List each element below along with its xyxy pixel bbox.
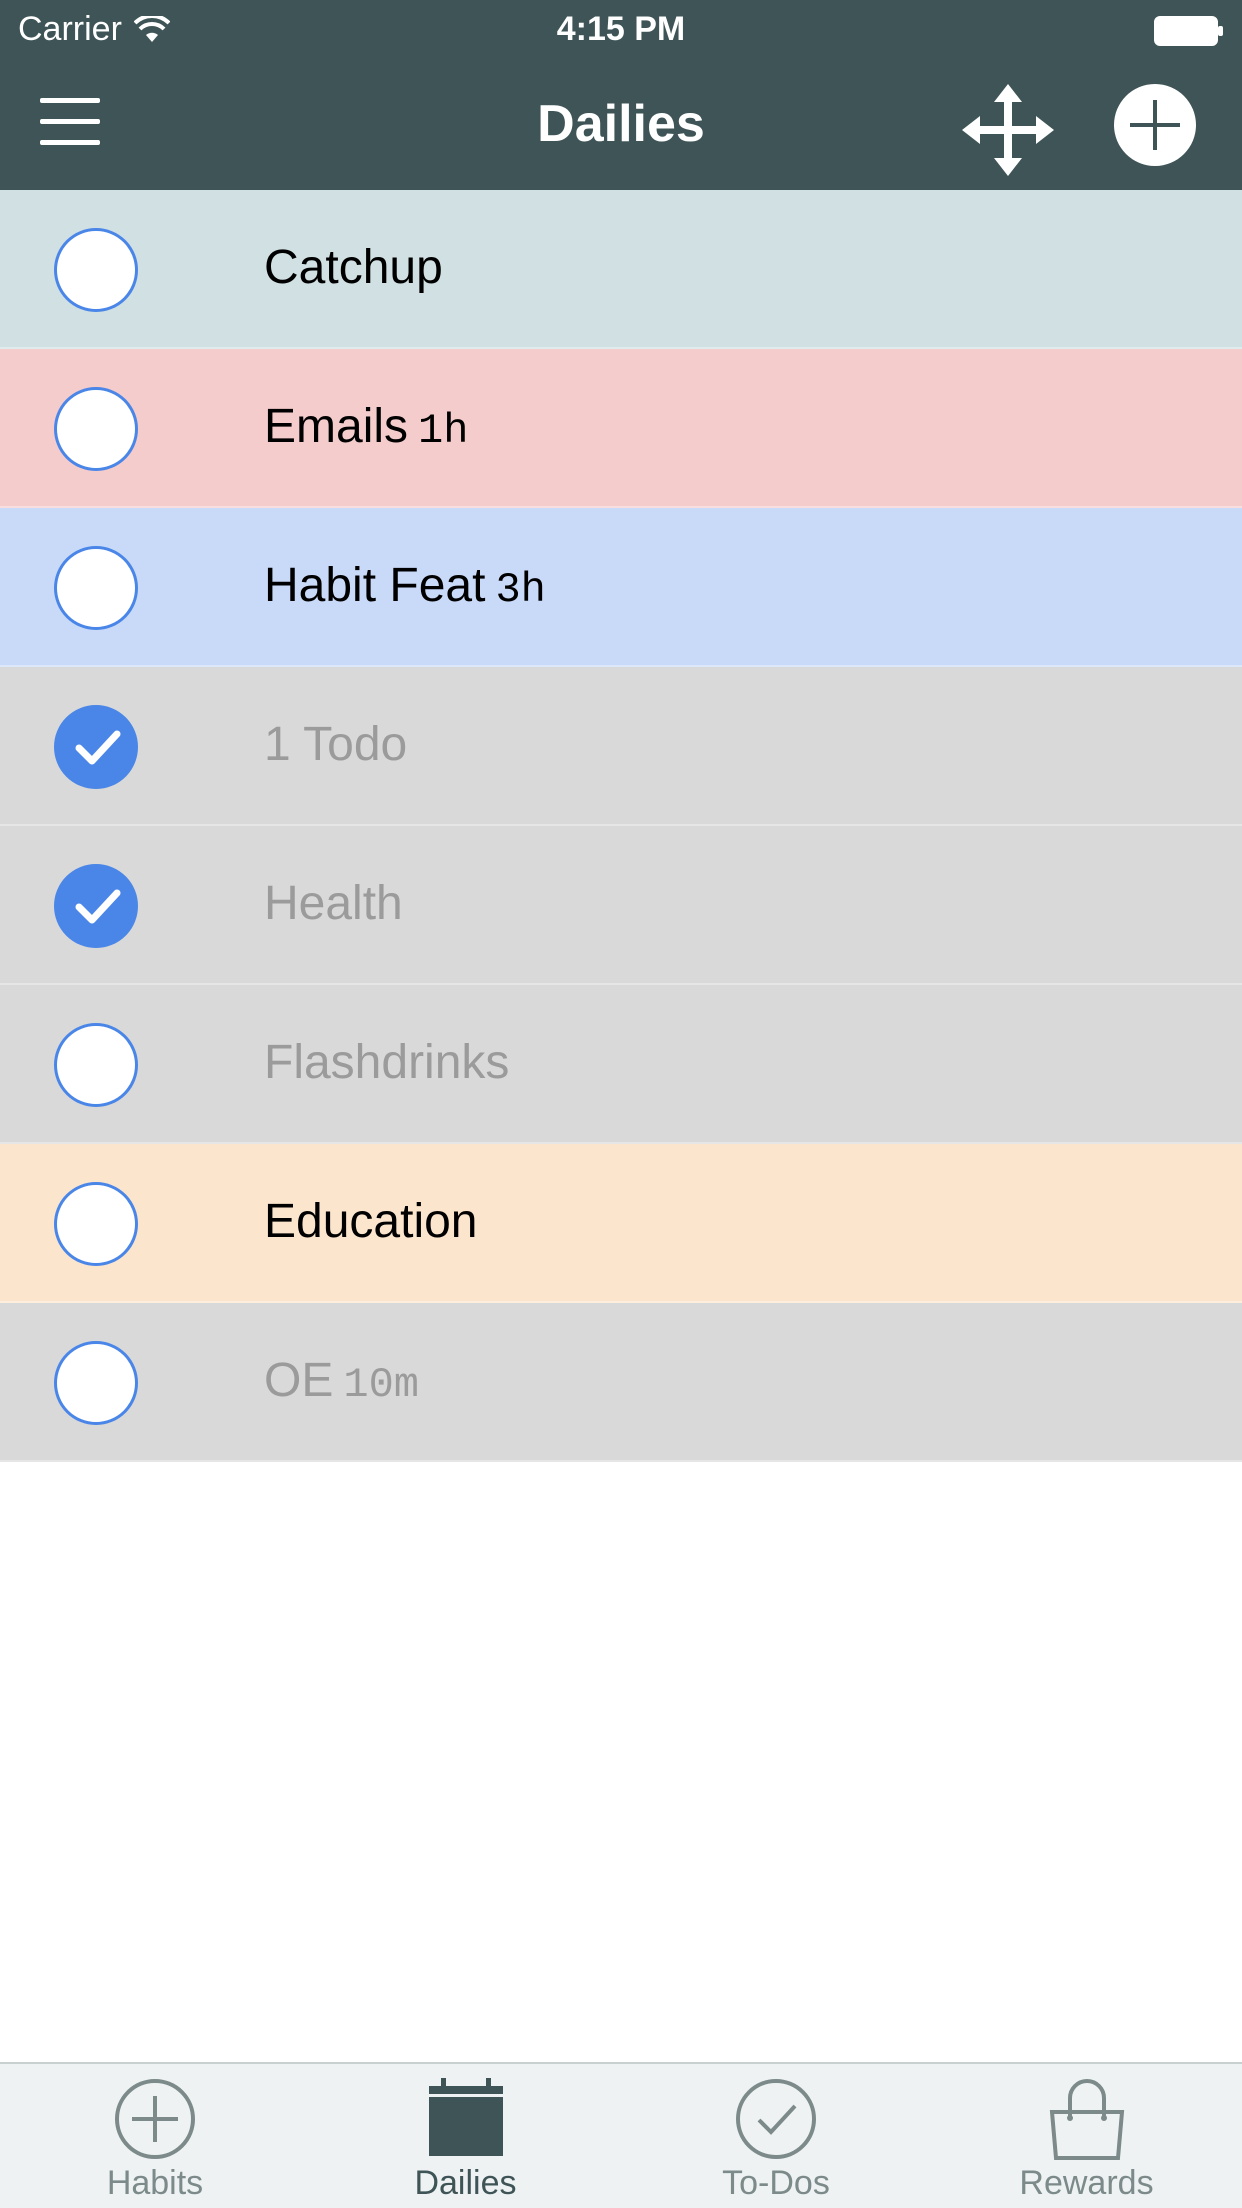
plus-circle-icon bbox=[115, 2079, 195, 2159]
task-name: Habit Feat bbox=[264, 559, 486, 612]
task-duration: 3h bbox=[495, 566, 546, 614]
tab-label: Habits bbox=[106, 2164, 204, 2202]
task-label: Education bbox=[264, 1194, 478, 1249]
task-name: Catchup bbox=[264, 241, 443, 294]
tab-habits[interactable]: Habits bbox=[0, 2064, 310, 2208]
reorder-button[interactable] bbox=[960, 82, 1056, 178]
tab-rewards[interactable]: Rewards bbox=[932, 2064, 1242, 2208]
task-label: Habit Feat 3h bbox=[264, 558, 546, 614]
tab-label: Dailies bbox=[414, 2164, 517, 2202]
task-label: Health bbox=[264, 876, 403, 931]
tab-todos[interactable]: To-Dos bbox=[621, 2064, 931, 2208]
daily-task-row[interactable]: Habit Feat 3h bbox=[0, 508, 1242, 667]
unchecked-checkbox[interactable] bbox=[54, 228, 138, 312]
task-duration: 10m bbox=[343, 1361, 419, 1409]
checkmark-icon bbox=[75, 889, 121, 924]
task-label: Emails 1h bbox=[264, 399, 468, 455]
checkmark-icon bbox=[75, 730, 121, 765]
task-label: Catchup bbox=[264, 240, 443, 295]
navigation-bar: Dailies bbox=[0, 60, 1242, 190]
menu-button[interactable] bbox=[40, 98, 120, 154]
daily-task-row[interactable]: Flashdrinks bbox=[0, 985, 1242, 1144]
unchecked-checkbox[interactable] bbox=[54, 546, 138, 630]
checked-checkbox[interactable] bbox=[54, 705, 138, 789]
task-name: 1 Todo bbox=[264, 718, 408, 771]
tab-label: Rewards bbox=[1019, 2164, 1154, 2202]
tab-label: To-Dos bbox=[722, 2164, 830, 2202]
daily-task-row[interactable]: Health bbox=[0, 826, 1242, 985]
unchecked-checkbox[interactable] bbox=[54, 1023, 138, 1107]
daily-task-row[interactable]: Education bbox=[0, 1144, 1242, 1303]
task-label: 1 Todo bbox=[264, 717, 407, 772]
status-bar: Carrier 4:15 PM bbox=[0, 0, 1242, 60]
task-label: Flashdrinks bbox=[264, 1035, 509, 1090]
plus-icon bbox=[1130, 100, 1180, 150]
daily-task-row[interactable]: Emails 1h bbox=[0, 349, 1242, 508]
daily-task-row[interactable]: 1 Todo bbox=[0, 667, 1242, 826]
battery-icon bbox=[1154, 16, 1223, 46]
unchecked-checkbox[interactable] bbox=[54, 387, 138, 471]
daily-task-row[interactable]: Catchup bbox=[0, 190, 1242, 349]
check-circle-icon bbox=[736, 2079, 816, 2159]
task-label: OE 10m bbox=[264, 1353, 419, 1409]
add-daily-button[interactable] bbox=[1114, 84, 1196, 166]
task-name: OE bbox=[264, 1354, 334, 1407]
tab-dailies[interactable]: Dailies bbox=[311, 2064, 621, 2208]
task-name: Health bbox=[264, 877, 403, 930]
task-name: Education bbox=[264, 1195, 478, 1248]
task-name: Emails bbox=[264, 400, 409, 453]
hamburger-icon-line bbox=[40, 119, 100, 124]
hamburger-icon-line bbox=[40, 140, 100, 145]
task-name: Flashdrinks bbox=[264, 1036, 510, 1089]
task-duration: 1h bbox=[418, 407, 469, 455]
calendar-icon bbox=[428, 2078, 503, 2156]
move-arrows-icon bbox=[962, 84, 1054, 176]
dailies-list: Catchup Emails 1h Habit Feat 3h 1 Todo Health F… bbox=[0, 190, 1242, 1462]
status-time: 4:15 PM bbox=[556, 10, 686, 48]
unchecked-checkbox[interactable] bbox=[54, 1341, 138, 1425]
hamburger-icon-line bbox=[40, 98, 100, 103]
unchecked-checkbox[interactable] bbox=[54, 1182, 138, 1266]
shopping-bag-icon bbox=[1049, 2079, 1124, 2160]
tab-bar: Habits Dailies To-Dos Rewards bbox=[0, 2062, 1242, 2208]
app-header: Carrier 4:15 PM Dailies bbox=[0, 0, 1242, 190]
checked-checkbox[interactable] bbox=[54, 864, 138, 948]
daily-task-row[interactable]: OE 10m bbox=[0, 1303, 1242, 1462]
